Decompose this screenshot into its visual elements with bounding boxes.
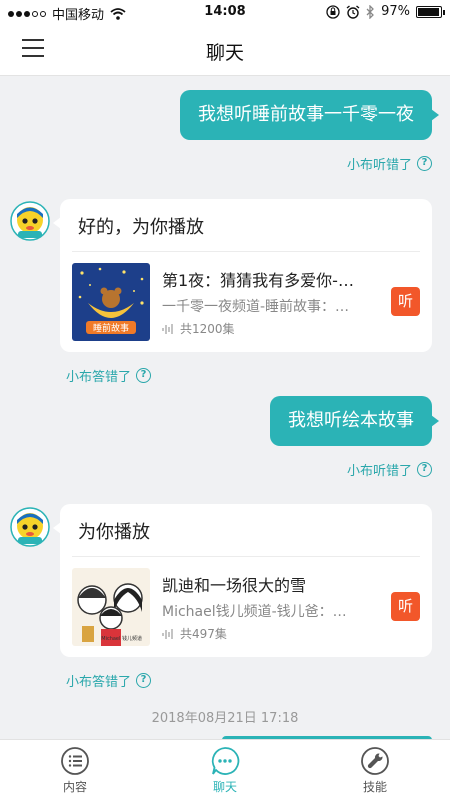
wrong-answer-feedback-link[interactable]: 小布答错了 ? — [66, 366, 152, 385]
user-message-bubble: 我想听绘本故事 — [270, 396, 439, 446]
wrong-answer-feedback-link[interactable]: 小布答错了 ? — [66, 671, 152, 690]
media-cover-caption: 睡前故事 — [93, 322, 129, 334]
media-cover-image[interactable]: 睡前故事 — [72, 263, 150, 341]
listen-button[interactable]: 听 — [391, 287, 420, 316]
tab-label: 内容 — [62, 780, 87, 794]
bot-reply-card: 为你播放 Michael 钱儿频道 凯迪和一场很大的雪 Michael钱儿频道-… — [53, 504, 432, 657]
bot-avatar — [10, 507, 50, 547]
question-icon: ? — [417, 156, 432, 171]
chat-timestamp: 2018年08月21日 17:18 — [151, 711, 299, 726]
list-icon — [61, 747, 89, 775]
user-message-bubble: 我想听睡前故事一千零一夜 — [180, 90, 439, 140]
app-header: 聊天 — [0, 24, 450, 76]
rotation-lock-icon — [326, 4, 340, 19]
tab-chat[interactable]: 聊天 — [175, 746, 275, 795]
media-title[interactable]: 凯迪和一场很大的雪 — [162, 572, 382, 596]
feedback-label: 小布答错了 — [66, 675, 132, 690]
misheard-feedback-link[interactable]: 小布听错了 ? — [347, 460, 432, 479]
feedback-label: 小布听错了 — [346, 158, 412, 173]
battery-icon — [416, 5, 445, 18]
question-icon: ? — [136, 673, 152, 688]
chat-icon — [211, 747, 240, 775]
card-divider — [72, 251, 420, 252]
episode-count: 共497集 — [162, 625, 227, 642]
tab-label: 聊天 — [212, 780, 237, 794]
card-divider — [72, 556, 420, 557]
status-bar: 中国移动 14:08 97% — [0, 0, 450, 24]
bottom-tab-bar: 内容 聊天 技能 — [0, 739, 450, 800]
audio-wave-icon — [162, 323, 173, 334]
audio-wave-icon — [162, 628, 173, 639]
episode-count-label: 共1200集 — [180, 322, 235, 336]
bot-reply-card: 好的，为你播放 睡前故事 第1夜：猜猜我有多爱你-… 一千零一夜频道-睡前故事：… — [53, 199, 432, 352]
media-title[interactable]: 第1夜：猜猜我有多爱你-… — [162, 267, 382, 291]
bot-reply-text: 为你播放 — [78, 522, 150, 543]
episode-count: 共1200集 — [162, 320, 235, 337]
battery-percent: 97% — [381, 4, 410, 19]
chat-area[interactable]: 我想听睡前故事一千零一夜 小布听错了 ? 好的，为你播放 睡前故事 第1夜：猜猜… — [0, 77, 450, 739]
media-cover-caption: Michael 钱儿频道 — [101, 635, 142, 642]
skill-icon — [361, 747, 389, 775]
listen-button[interactable]: 听 — [391, 592, 420, 621]
page-title: 聊天 — [205, 42, 244, 64]
question-icon: ? — [136, 368, 152, 383]
tab-content[interactable]: 内容 — [25, 746, 125, 795]
bot-reply-text: 好的，为你播放 — [78, 217, 204, 238]
bluetooth-icon — [366, 4, 375, 19]
media-subtitle: 一千零一夜频道-睡前故事：… — [162, 299, 350, 315]
misheard-feedback-link[interactable]: 小布听错了 ? — [347, 154, 432, 173]
episode-count-label: 共497集 — [180, 627, 227, 641]
user-message-text: 我想听睡前故事一千零一夜 — [198, 104, 414, 125]
media-cover-image[interactable]: Michael 钱儿频道 — [72, 568, 150, 646]
tab-label: 技能 — [362, 780, 387, 794]
alarm-icon — [346, 4, 360, 19]
feedback-label: 小布听错了 — [346, 464, 412, 479]
user-message-text: 我想听绘本故事 — [288, 410, 414, 431]
question-icon: ? — [417, 462, 432, 477]
feedback-label: 小布答错了 — [66, 370, 132, 385]
tab-skills[interactable]: 技能 — [325, 746, 425, 795]
bot-avatar — [10, 201, 50, 241]
media-subtitle: Michael钱儿频道-钱儿爸：… — [162, 604, 347, 620]
